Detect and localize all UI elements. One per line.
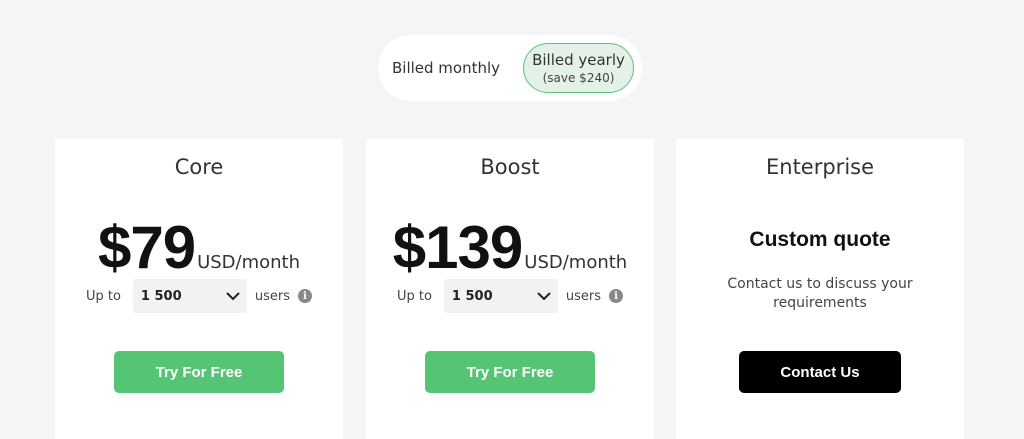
billed-yearly-label: Billed yearly <box>532 50 625 69</box>
custom-quote-heading: Custom quote <box>749 228 891 251</box>
plan-name: Enterprise <box>765 155 875 179</box>
plan-card-enterprise: Enterprise Custom quote Contact us to di… <box>676 139 964 439</box>
contact-us-button[interactable]: Contact Us <box>739 351 901 393</box>
price-unit: USD/month <box>524 252 628 273</box>
users-suffix: users <box>565 288 602 304</box>
price-row: $139 USD/month <box>366 213 654 282</box>
plan-card-boost: Boost $139 USD/month Up to 1 500 users i… <box>366 139 654 439</box>
info-icon[interactable]: i <box>609 289 624 303</box>
users-prefix: Up to <box>396 288 432 304</box>
plan-price: $139 <box>392 214 523 281</box>
chevron-down-icon <box>537 292 551 301</box>
info-icon[interactable]: i <box>298 289 313 303</box>
users-row: Up to 1 500 users i <box>55 279 343 313</box>
try-for-free-button[interactable]: Try For Free <box>425 351 595 393</box>
plan-card-core: Core $79 USD/month Up to 1 500 users i T… <box>55 139 343 439</box>
plan-name: Core <box>174 155 224 179</box>
users-select[interactable]: 1 500 <box>132 279 247 313</box>
users-prefix: Up to <box>85 288 121 304</box>
users-select[interactable]: 1 500 <box>443 279 558 313</box>
plan-price: $79 <box>97 214 196 281</box>
billed-monthly-label: Billed monthly <box>392 59 501 77</box>
price-unit: USD/month <box>197 252 301 273</box>
users-select-value: 1 500 <box>451 288 493 304</box>
users-select-value: 1 500 <box>140 288 182 304</box>
try-for-free-button[interactable]: Try For Free <box>114 351 284 393</box>
billed-monthly-option[interactable]: Billed monthly <box>392 35 500 101</box>
billed-yearly-option[interactable]: Billed yearly (save $240) <box>523 43 634 93</box>
chevron-down-icon <box>226 292 240 301</box>
contact-description: Contact us to discuss your requirements <box>727 276 913 311</box>
plan-name: Boost <box>480 155 540 179</box>
users-row: Up to 1 500 users i <box>366 279 654 313</box>
price-row: $79 USD/month <box>55 213 343 282</box>
users-suffix: users <box>254 288 291 304</box>
yearly-savings-label: (save $240) <box>542 70 615 85</box>
billing-toggle: Billed monthly Billed yearly (save $240) <box>378 35 642 101</box>
